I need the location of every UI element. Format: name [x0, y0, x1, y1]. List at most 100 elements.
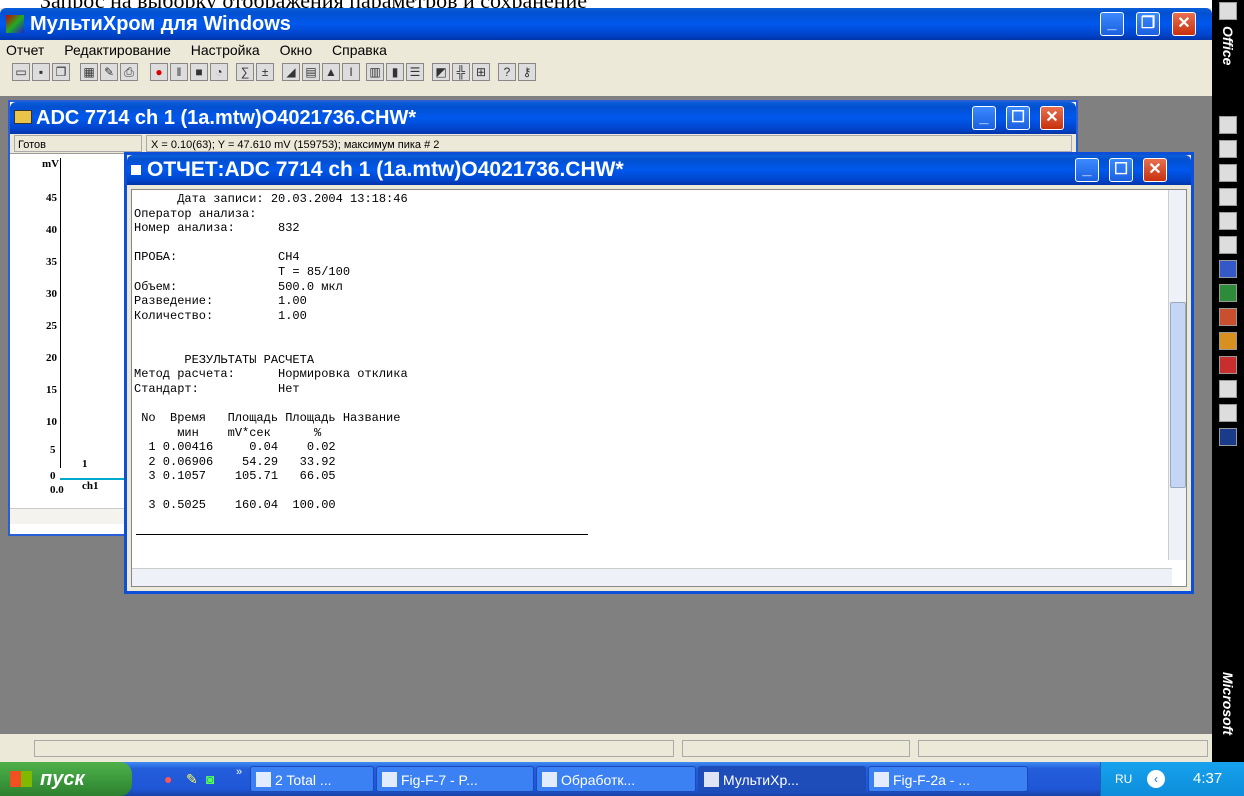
quicklaunch-icon-1[interactable]: ●: [164, 771, 172, 787]
task-fig-f7[interactable]: Fig-F-7 - P...: [376, 766, 534, 792]
report-line: 1 0.00416 0.04 0.02: [134, 440, 336, 455]
word-icon[interactable]: [1219, 260, 1237, 278]
y-tick-45: 45: [46, 192, 57, 204]
chromatogram-title-bar[interactable]: ADC 7714 ch 1 (1a.mtw)O4021736.CHW* _ ☐ …: [10, 102, 1076, 134]
report-icon: [131, 165, 141, 175]
task-total-commander[interactable]: 2 Total ...: [250, 766, 374, 792]
layout1-icon[interactable]: ▥: [366, 63, 384, 81]
task-multichrom[interactable]: МультиХр...: [698, 766, 866, 792]
find-icon[interactable]: [1219, 404, 1237, 422]
chromatogram-title: ADC 7714 ch 1 (1a.mtw)O4021736.CHW*: [36, 107, 417, 129]
access-icon[interactable]: [1219, 356, 1237, 374]
record-icon[interactable]: ●: [150, 63, 168, 81]
status-pane-3: [918, 740, 1208, 757]
contact-icon[interactable]: [1219, 188, 1237, 206]
channel-label: ch1: [82, 480, 99, 492]
y-tick-15: 15: [46, 384, 57, 396]
y-tick-20: 20: [46, 352, 57, 364]
key-icon[interactable]: ⚷: [518, 63, 536, 81]
report-title-bar[interactable]: ОТЧЕТ:ADC 7714 ch 1 (1a.mtw)O4021736.CHW…: [127, 155, 1191, 185]
outlook-icon[interactable]: [1219, 332, 1237, 350]
taskbar: пуск ● ✎ ◙ » 2 Total ... Fig-F-7 - P... …: [0, 762, 1244, 796]
report-close-button[interactable]: ✕: [1143, 158, 1167, 182]
minimize-button[interactable]: _: [1100, 12, 1124, 36]
tools-icon[interactable]: ✎: [100, 63, 118, 81]
chromatogram-icon: [14, 110, 32, 124]
print-icon[interactable]: ⎙: [120, 63, 138, 81]
start-button[interactable]: пуск: [0, 762, 132, 796]
menu-bar: Отчет Редактирование Настройка Окно Спра…: [0, 40, 1212, 60]
grid-icon[interactable]: ╬: [452, 63, 470, 81]
language-indicator[interactable]: RU: [1115, 762, 1132, 796]
excel-icon[interactable]: [1219, 284, 1237, 302]
app-status-bar: [0, 734, 1212, 762]
menu-settings[interactable]: Настройка: [191, 42, 260, 58]
app-window: МультиХром для Windows _ ❐ ✕ Отчет Редак…: [0, 8, 1212, 762]
report-vertical-scrollbar[interactable]: [1168, 190, 1186, 560]
pause-icon[interactable]: ‖: [170, 63, 188, 81]
quicklaunch-icon-3[interactable]: ◙: [206, 771, 214, 787]
save-icon[interactable]: ▪: [32, 63, 50, 81]
status-cursor-info: X = 0.10(63); Y = 47.610 mV (159753); ма…: [146, 135, 1072, 152]
gauge-icon[interactable]: ◔: [210, 63, 228, 81]
task-label: 2 Total ...: [275, 772, 332, 788]
layout2-icon[interactable]: ▮: [386, 63, 404, 81]
open-icon[interactable]: ▭: [12, 63, 30, 81]
stop-icon[interactable]: ■: [190, 63, 208, 81]
menu-report[interactable]: Отчет: [6, 42, 44, 58]
chrom-minimize-button[interactable]: _: [972, 106, 996, 130]
help-icon[interactable]: ?: [498, 63, 516, 81]
desktop-icon[interactable]: [1219, 428, 1237, 446]
scroll-thumb[interactable]: [1170, 302, 1186, 488]
chrom-maximize-button[interactable]: ☐: [1006, 106, 1030, 130]
quicklaunch-icon-2[interactable]: ✎: [186, 771, 198, 788]
system-tray: RU ‹ 4:37: [1100, 762, 1244, 796]
report-maximize-button[interactable]: ☐: [1109, 158, 1133, 182]
layout3-icon[interactable]: ☰: [406, 63, 424, 81]
total-separator: [136, 534, 588, 535]
report-body[interactable]: Дата записи: 20.03.2004 13:18:46 Оператор…: [131, 189, 1187, 587]
task-fig-f2a[interactable]: Fig-F-2a - ...: [868, 766, 1028, 792]
restore-button[interactable]: ❐: [1136, 12, 1160, 36]
menu-window[interactable]: Окно: [280, 42, 313, 58]
status-ready: Готов: [14, 135, 142, 152]
zoom-icon[interactable]: ▤: [302, 63, 320, 81]
quicklaunch-more-icon[interactable]: »: [236, 766, 242, 778]
app-title-bar[interactable]: МультиХром для Windows _ ❐ ✕: [0, 8, 1212, 40]
report-line: Разведение: 1.00: [134, 294, 307, 309]
report-line: 3 0.5025 160.04 100.00: [134, 498, 336, 513]
calendar-icon[interactable]: [1219, 140, 1237, 158]
journal-icon[interactable]: [1219, 212, 1237, 230]
chart-icon[interactable]: ◩: [432, 63, 450, 81]
task-icon: [874, 772, 889, 787]
report-line: Объем: 500.0 мкл: [134, 279, 343, 294]
note-icon[interactable]: [1219, 236, 1237, 254]
back-arrow-icon[interactable]: ‹: [1147, 770, 1165, 788]
report-line: [134, 484, 1164, 499]
mail-icon[interactable]: [1219, 116, 1237, 134]
report-horizontal-scrollbar[interactable]: [132, 568, 1172, 586]
powerpoint-icon[interactable]: [1219, 308, 1237, 326]
calc-icon[interactable]: ∑: [236, 63, 254, 81]
report-line: мин mV*сек %: [134, 425, 322, 440]
task-label: Fig-F-7 - P...: [401, 772, 478, 788]
peak-icon[interactable]: ◢: [282, 63, 300, 81]
windows-icon[interactable]: ❐: [52, 63, 70, 81]
task-obrabotka[interactable]: Обработк...: [536, 766, 696, 792]
menu-help[interactable]: Справка: [332, 42, 387, 58]
close-button[interactable]: ✕: [1172, 12, 1196, 36]
menu-edit[interactable]: Редактирование: [64, 42, 171, 58]
task-icon[interactable]: [1219, 164, 1237, 182]
report-line: [134, 236, 1164, 251]
binder-icon[interactable]: [1219, 380, 1237, 398]
marker-icon[interactable]: I: [342, 63, 360, 81]
calc2-icon[interactable]: ±: [256, 63, 274, 81]
report-minimize-button[interactable]: _: [1075, 158, 1099, 182]
chrom-close-button[interactable]: ✕: [1040, 106, 1064, 130]
align-icon[interactable]: ⊞: [472, 63, 490, 81]
table-icon[interactable]: ▦: [80, 63, 98, 81]
app-title: МультиХром для Windows: [30, 13, 291, 35]
task-icon: [704, 772, 719, 787]
mountain-icon[interactable]: ▲: [322, 63, 340, 81]
office-icon[interactable]: [1219, 2, 1237, 20]
